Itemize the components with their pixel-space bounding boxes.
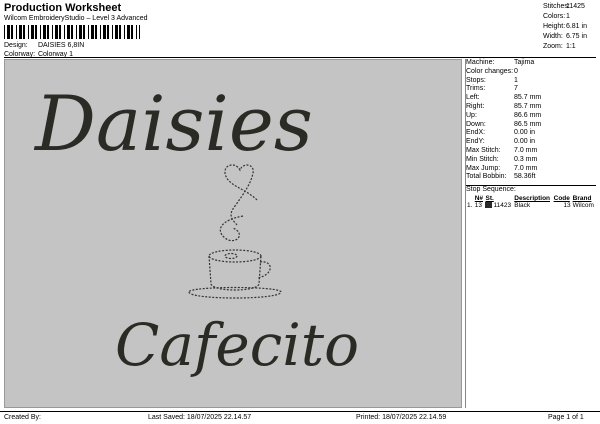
- color-swatch: [485, 202, 493, 209]
- info-total-bobbin: Total Bobbin: 58.36ft: [466, 173, 536, 181]
- machine-info: Machine: Tajima Color changes: 0 Stops: 1 T…: [466, 59, 596, 182]
- coffee-cup-icon: [188, 249, 282, 299]
- design-text-daisies: Daisies: [33, 79, 313, 168]
- design-value: DAISIES 6,8IN: [37, 42, 85, 49]
- embroidery-design: Daisies Cafecito: [33, 79, 359, 379]
- software-subtitle: Wilcom EmbroideryStudio – Level 3 Advanc…: [4, 15, 148, 22]
- info-up: Up: 86.6 mm: [466, 111, 542, 119]
- design-preview: Daisies Cafecito: [4, 59, 462, 408]
- barcode: [4, 25, 140, 39]
- stat-colors: Colors: 1: [543, 13, 570, 20]
- stat-zoom: Zoom: 1:1: [543, 43, 576, 50]
- info-machine: Machine: Tajima: [466, 59, 535, 66]
- table-row: 1. 13 11423 Black 13 Wilcom: [467, 202, 594, 209]
- footer-last-saved: Last Saved: 18/07/2025 22.14.57: [148, 414, 252, 421]
- header-divider: [4, 57, 596, 58]
- info-color-changes: Color changes: 0: [466, 67, 518, 75]
- info-max-jump: Max Jump: 7.0 mm: [466, 164, 538, 172]
- info-left: Left: 85.7 mm: [466, 94, 542, 102]
- info-right: Right: 85.7 mm: [466, 102, 542, 110]
- table-header-row: N# St. Description Code Brand: [474, 195, 592, 202]
- footer-created-by: Created By:: [4, 414, 41, 421]
- info-endy: EndY: 0.00 in: [466, 138, 536, 146]
- stats-box: Stitches: 11425 Colors: 1 Height: 6.81 i…: [543, 2, 597, 52]
- design-label: Design:: [4, 42, 28, 49]
- info-min-stitch: Min Stitch: 0.3 mm: [466, 155, 538, 163]
- stat-height: Height: 6.81 in: [543, 23, 587, 30]
- info-down: Down: 86.5 mm: [466, 120, 542, 128]
- stat-stitches: Stitches: 11425: [543, 3, 585, 10]
- design-text-cafecito: Cafecito: [115, 311, 359, 379]
- footer: Created By: Last Saved: 18/07/2025 22.14…: [0, 411, 600, 424]
- design-row: Design: DAISIES 6,8IN: [4, 42, 84, 49]
- info-endx: EndX: 0.00 in: [466, 129, 536, 137]
- stop-sequence-title: Stop Sequence:: [466, 186, 516, 193]
- footer-printed: Printed: 18/07/2025 22.14.59: [356, 414, 447, 421]
- info-max-stitch: Max Stitch: 7.0 mm: [466, 146, 538, 154]
- info-stops: Stops: 1: [466, 76, 518, 84]
- steam-icon: [219, 215, 244, 242]
- footer-page: Page 1 of 1: [548, 414, 584, 421]
- info-trims: Trims: 7: [466, 85, 518, 93]
- stat-width: Width: 6.75 in: [543, 33, 587, 40]
- page-title: Production Worksheet: [4, 2, 122, 14]
- stop-sequence-table: N# St. Description Code Brand 1. 13 1142…: [466, 195, 596, 209]
